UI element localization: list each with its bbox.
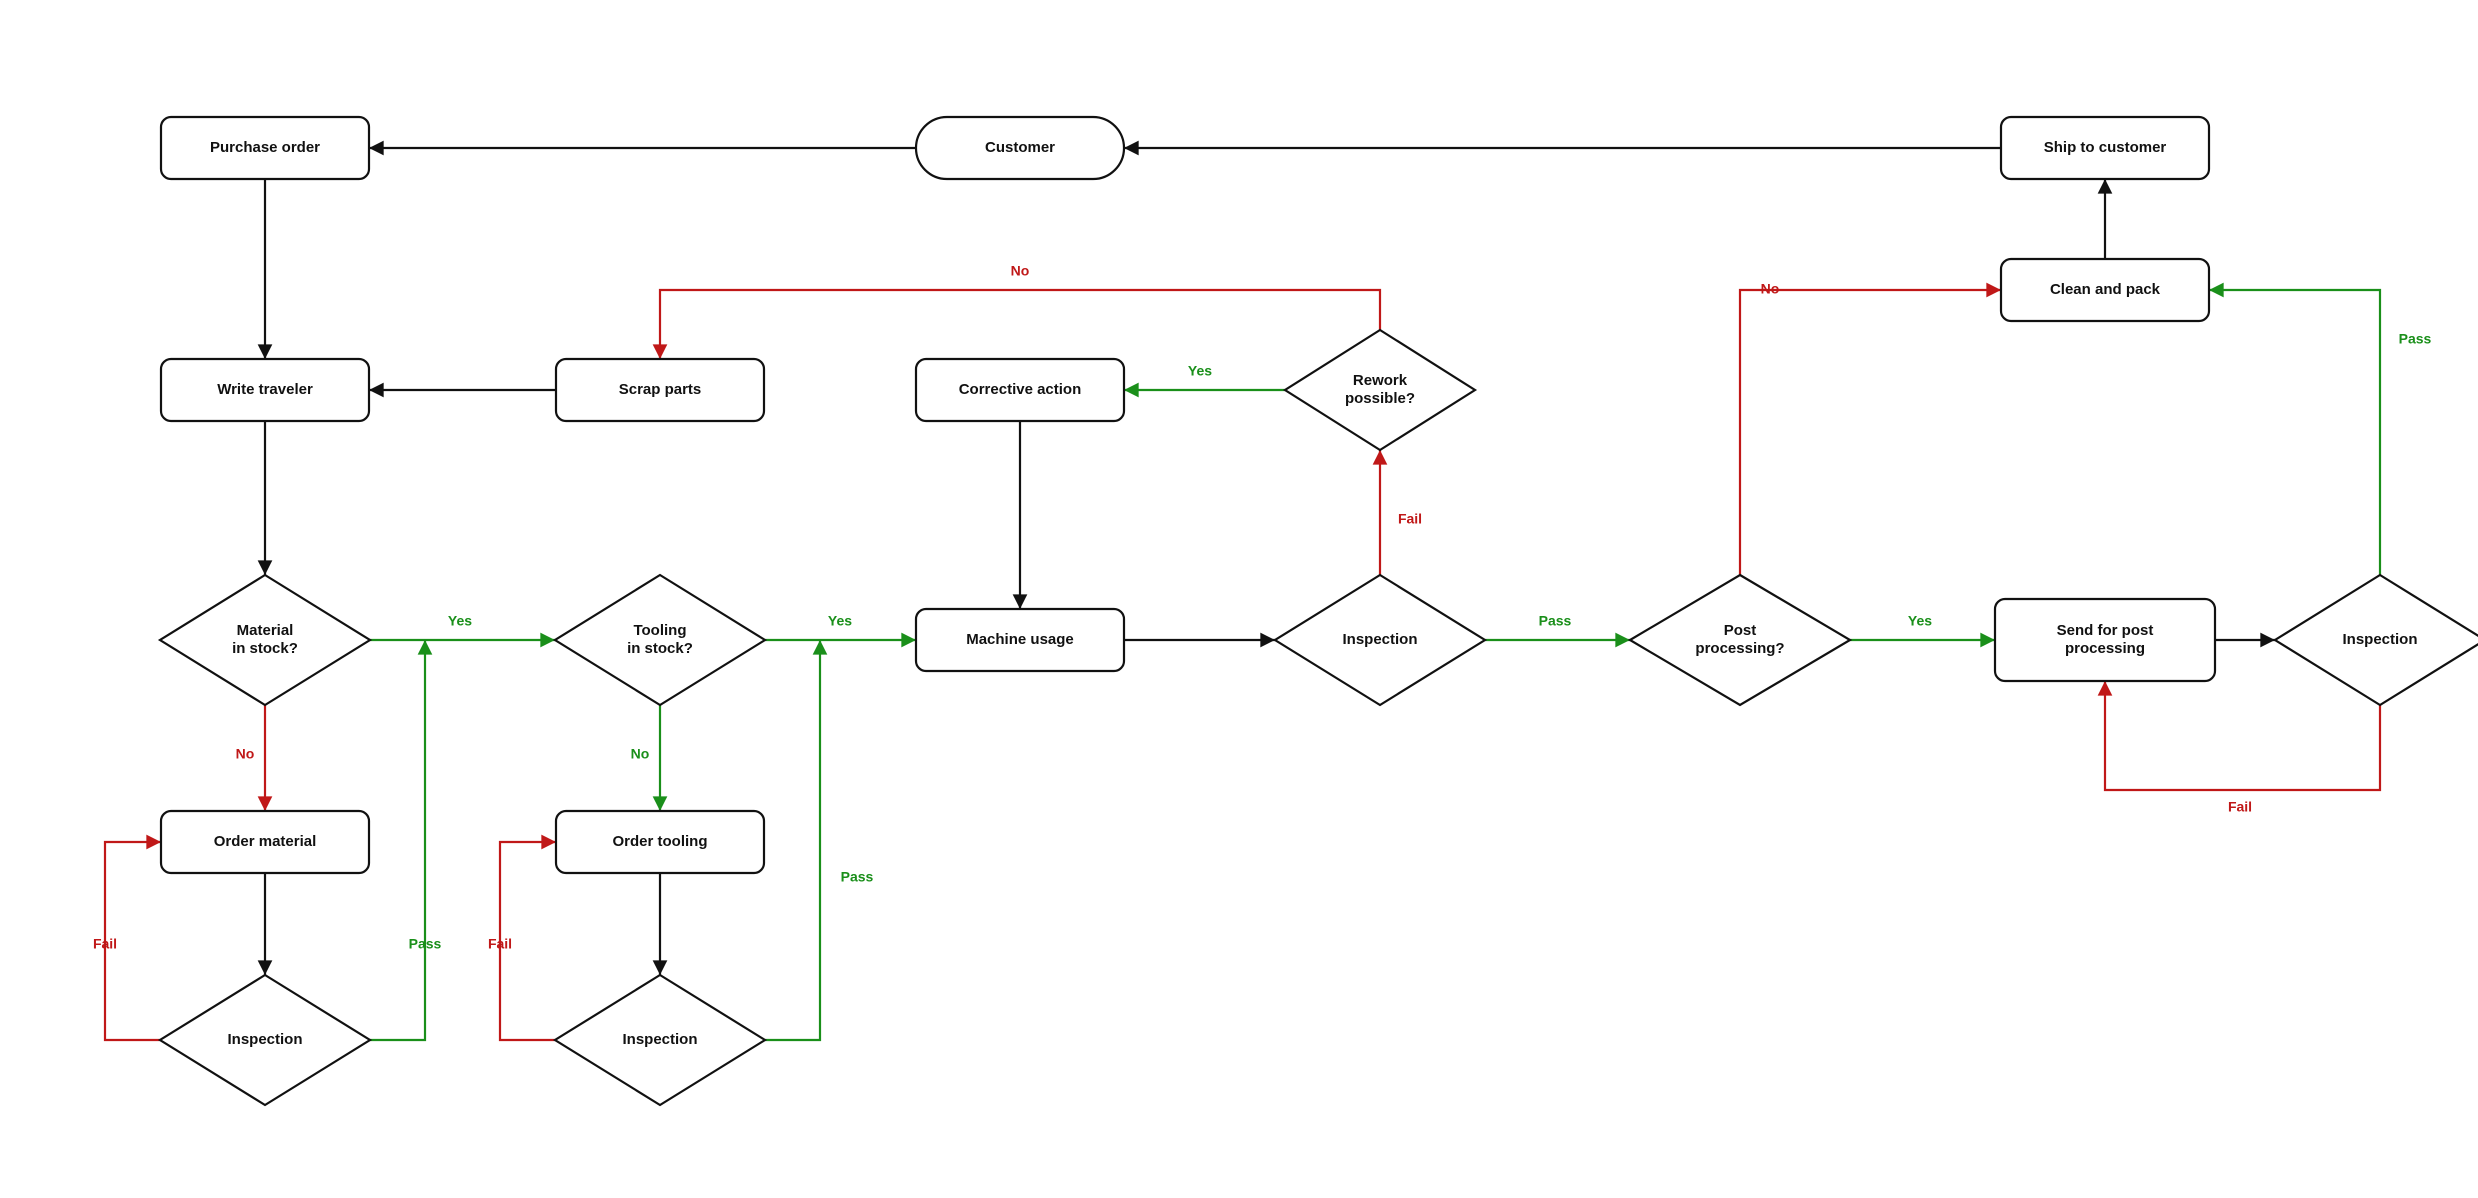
flowchart-node-label: Write traveler xyxy=(217,381,313,398)
flowchart-node-corrective-action: Corrective action xyxy=(916,359,1124,421)
flowchart-node-clean-and-pack: Clean and pack xyxy=(2001,259,2209,321)
flowchart-edge-label: No xyxy=(631,746,650,762)
flowchart-edge xyxy=(660,290,1380,359)
flowchart-node-inspection-tooling: Inspection xyxy=(555,975,765,1105)
flowchart-edge xyxy=(765,640,820,1040)
flowchart-edge-label: Fail xyxy=(93,936,117,952)
flowchart-edge-label: No xyxy=(236,746,255,762)
flowchart-node-customer: Customer xyxy=(916,117,1124,179)
flowchart-node-post-processing-q: Postprocessing? xyxy=(1630,575,1850,705)
flowchart-node-label: processing xyxy=(2065,640,2145,657)
flowchart-node-label: Inspection xyxy=(1342,631,1417,648)
flowchart-edge-label: Pass xyxy=(1539,613,1572,629)
flowchart-node-label: Scrap parts xyxy=(619,381,702,398)
flowchart-node-label: Inspection xyxy=(227,1031,302,1048)
flowchart-node-label: Corrective action xyxy=(959,381,1082,398)
flowchart-node-label: Inspection xyxy=(2342,631,2417,648)
flowchart-edge-label: Fail xyxy=(2228,799,2252,815)
flowchart-edge-label: Pass xyxy=(409,936,442,952)
flowchart-edge-label: Pass xyxy=(841,869,874,885)
flowchart-node-label: Machine usage xyxy=(966,631,1074,648)
flowchart-edge xyxy=(1740,290,2001,575)
flowchart-canvas: No Yes Fail Yes No Yes No Pass Yes No Pass Fail Fail… xyxy=(0,0,2478,1198)
flowchart-node-inspection-post: Inspection xyxy=(2275,575,2478,705)
flowchart-node-label: Ship to customer xyxy=(2044,139,2167,156)
flowchart-edge xyxy=(370,640,425,1040)
flowchart-node-label: Post xyxy=(1724,622,1757,639)
flowchart-edge xyxy=(2105,681,2380,790)
flowchart-edge-label: No xyxy=(1761,281,1780,297)
flowchart-node-label: Purchase order xyxy=(210,139,320,156)
flowchart-edge-label: Yes xyxy=(1188,363,1212,379)
flowchart-edge-label: Fail xyxy=(1398,511,1422,527)
flowchart-edge-label: Yes xyxy=(1908,613,1932,629)
flowchart-node-inspection-machine: Inspection xyxy=(1275,575,1485,705)
flowchart-node-order-tooling: Order tooling xyxy=(556,811,764,873)
flowchart-node-label: Material xyxy=(237,622,294,639)
flowchart-node-label: Order tooling xyxy=(613,833,708,850)
flowchart-node-label: possible? xyxy=(1345,390,1415,407)
flowchart-node-label: Clean and pack xyxy=(2050,281,2161,298)
flowchart-node-tooling-in-stock: Toolingin stock? xyxy=(555,575,765,705)
flowchart-node-label: in stock? xyxy=(627,640,693,657)
flowchart-node-machine-usage: Machine usage xyxy=(916,609,1124,671)
flowchart-node-inspection-material: Inspection xyxy=(160,975,370,1105)
flowchart-nodes: Purchase order Customer Ship to customer Cl… xyxy=(160,117,2478,1105)
flowchart-node-label: processing? xyxy=(1695,640,1784,657)
flowchart-node-rework-possible: Reworkpossible? xyxy=(1285,330,1475,450)
flowchart-node-material-in-stock: Materialin stock? xyxy=(160,575,370,705)
flowchart-node-label: Order material xyxy=(214,833,317,850)
flowchart-edge xyxy=(2209,290,2380,575)
flowchart-node-label: Customer xyxy=(985,139,1055,156)
flowchart-node-send-post-proc: Send for postprocessing xyxy=(1995,599,2215,681)
flowchart-edge-label: Fail xyxy=(488,936,512,952)
flowchart-node-label: in stock? xyxy=(232,640,298,657)
flowchart-node-label: Tooling xyxy=(633,622,686,639)
flowchart-edge-label: Pass xyxy=(2399,331,2432,347)
flowchart-node-label: Inspection xyxy=(622,1031,697,1048)
flowchart-edge-label: Yes xyxy=(448,613,472,629)
flowchart-edge-label: Yes xyxy=(828,613,852,629)
flowchart-node-write-traveler: Write traveler xyxy=(161,359,369,421)
flowchart-node-purchase-order: Purchase order xyxy=(161,117,369,179)
flowchart-edge-label: No xyxy=(1011,263,1030,279)
flowchart-node-order-material: Order material xyxy=(161,811,369,873)
flowchart-node-scrap-parts: Scrap parts xyxy=(556,359,764,421)
flowchart-node-label: Rework xyxy=(1353,372,1408,389)
flowchart-node-label: Send for post xyxy=(2057,622,2154,639)
flowchart-node-ship-to-customer: Ship to customer xyxy=(2001,117,2209,179)
